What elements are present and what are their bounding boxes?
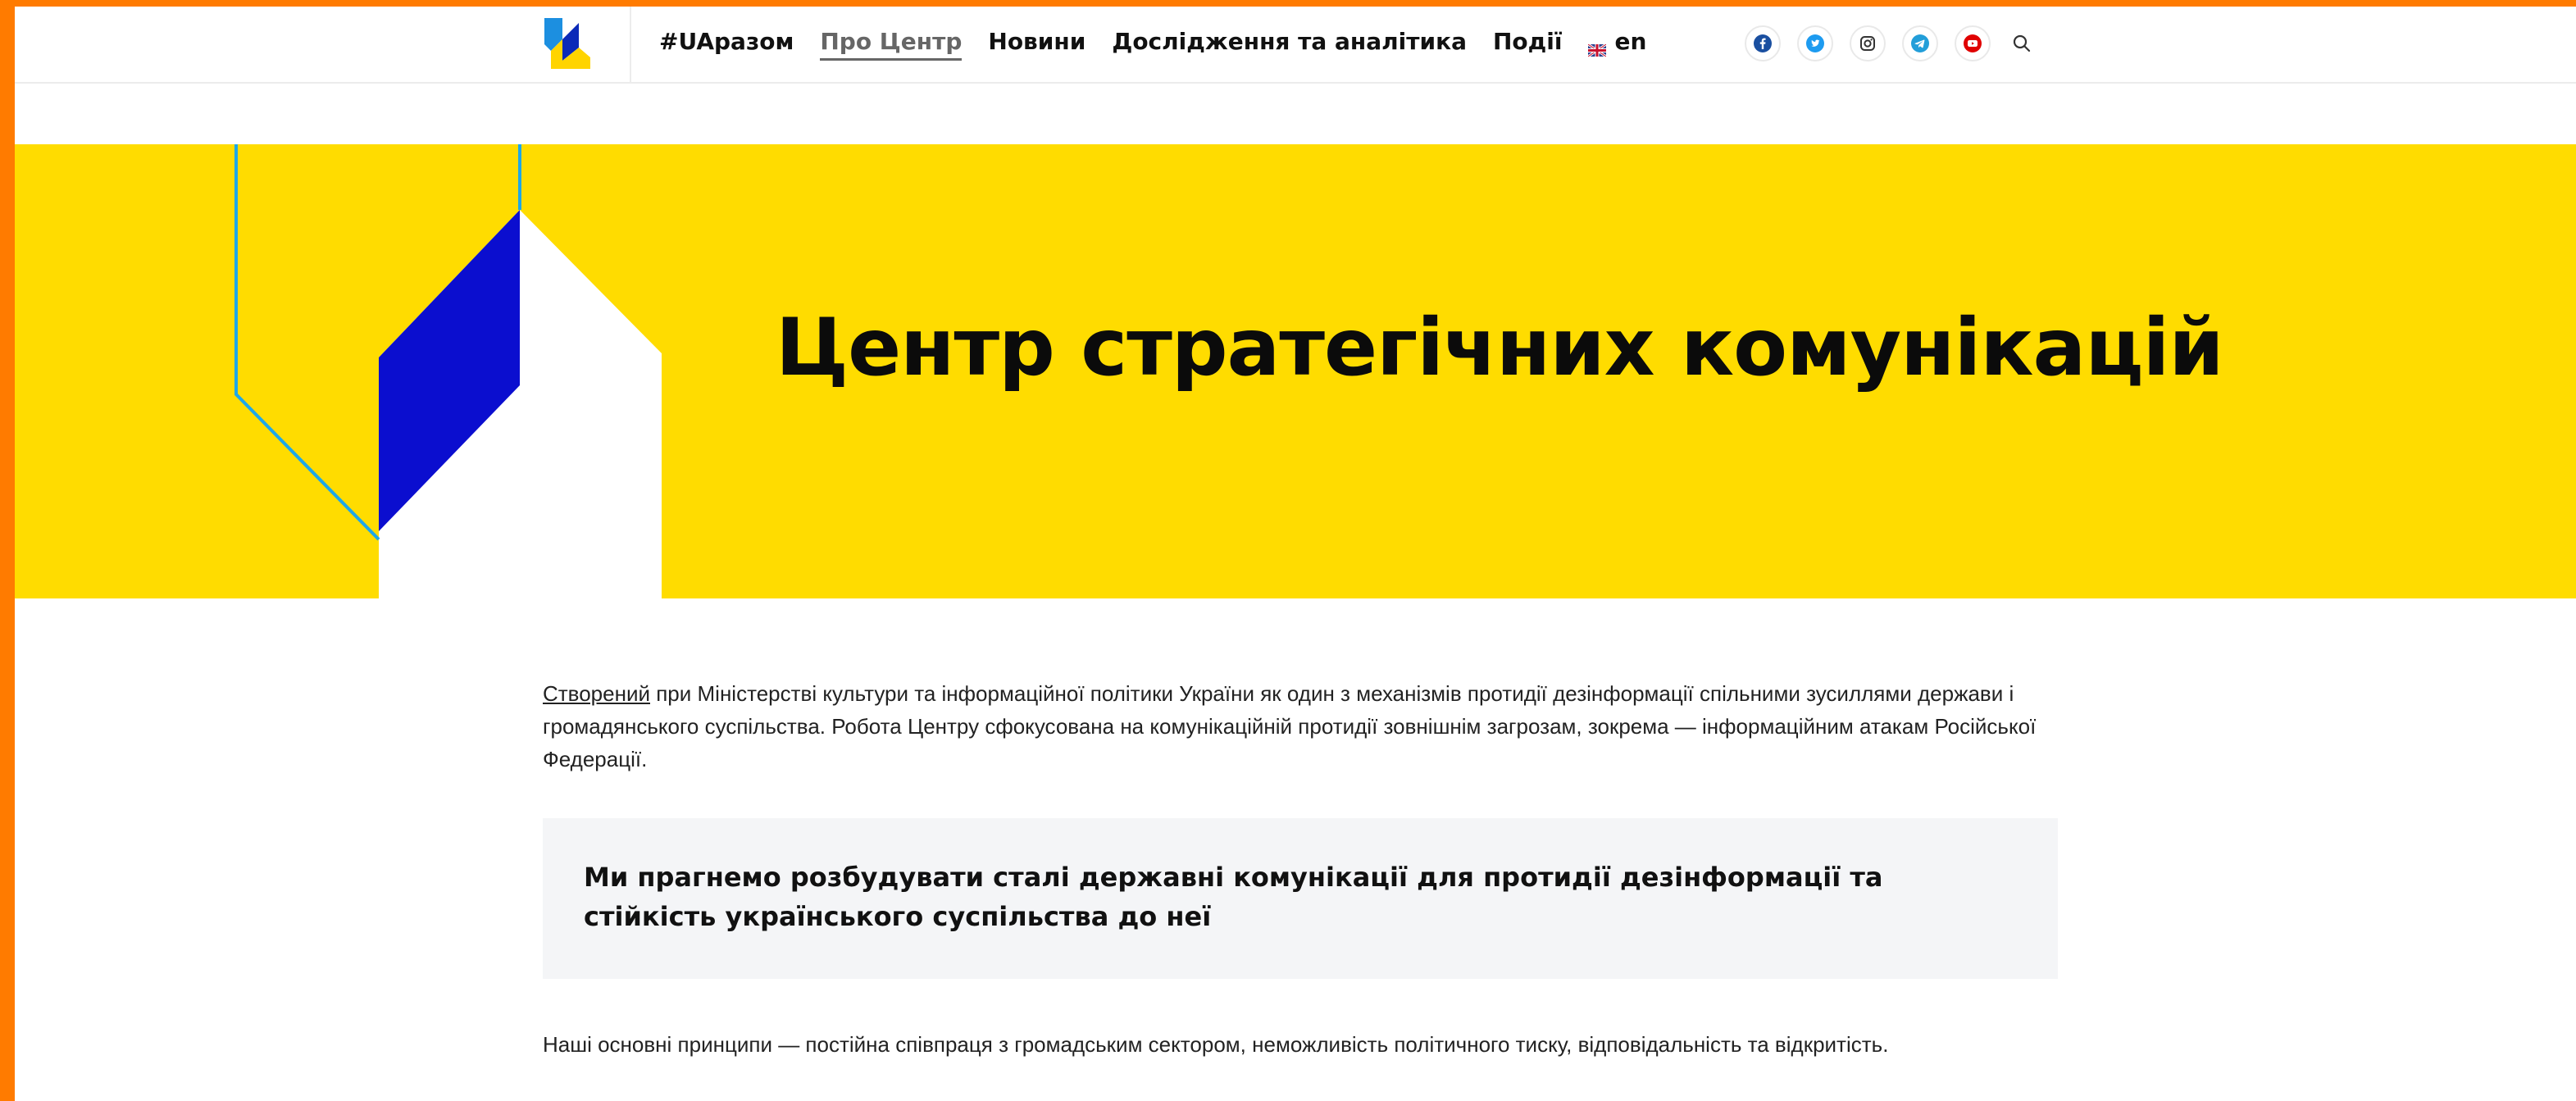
mission-quote-box: Ми прагнемо розбудувати сталі державні к… <box>543 818 2058 979</box>
social-links <box>1745 25 2032 61</box>
instagram-icon[interactable] <box>1850 25 1886 61</box>
principles-paragraph: Наші основні принципи — постійна співпра… <box>543 1032 1889 1057</box>
nav-item-events[interactable]: Події <box>1493 28 1562 55</box>
site-header: #UAразом Про Центр Новини Дослідження та… <box>15 7 2576 84</box>
nav-item-uarazom[interactable]: #UAразом <box>659 28 794 55</box>
nav-item-news[interactable]: Новини <box>988 28 1085 55</box>
youtube-icon[interactable] <box>1955 25 1991 61</box>
intro-paragraph: Створений при Міністерстві культури та і… <box>543 677 2074 776</box>
mission-quote: Ми прагнемо розбудувати сталі державні к… <box>584 862 1883 932</box>
facebook-icon[interactable] <box>1745 25 1781 61</box>
twitter-icon[interactable] <box>1797 25 1833 61</box>
language-switch[interactable]: en <box>1587 27 1647 57</box>
nav-item-research[interactable]: Дослідження та аналітика <box>1112 28 1467 55</box>
header-divider <box>630 7 631 82</box>
nav-item-about[interactable]: Про Центр <box>820 28 963 61</box>
site-logo[interactable] <box>543 15 592 69</box>
uk-flag-icon <box>1587 35 1608 57</box>
telegram-icon[interactable] <box>1902 25 1938 61</box>
created-link[interactable]: Створений <box>543 681 650 706</box>
search-icon[interactable] <box>2012 34 2032 53</box>
language-label: en <box>1614 27 1647 55</box>
logo-icon <box>544 18 590 69</box>
page: #UAразом Про Центр Новини Дослідження та… <box>15 7 2576 1101</box>
intro-text: при Міністерстві культури та інформаційн… <box>543 681 2037 771</box>
page-title: Центр стратегічних комунікацій <box>776 302 2224 394</box>
hero-banner: Центр стратегічних комунікацій <box>15 144 2576 598</box>
hero-graphic <box>234 144 662 598</box>
main-nav: #UAразом Про Центр Новини Дослідження та… <box>659 25 1647 61</box>
